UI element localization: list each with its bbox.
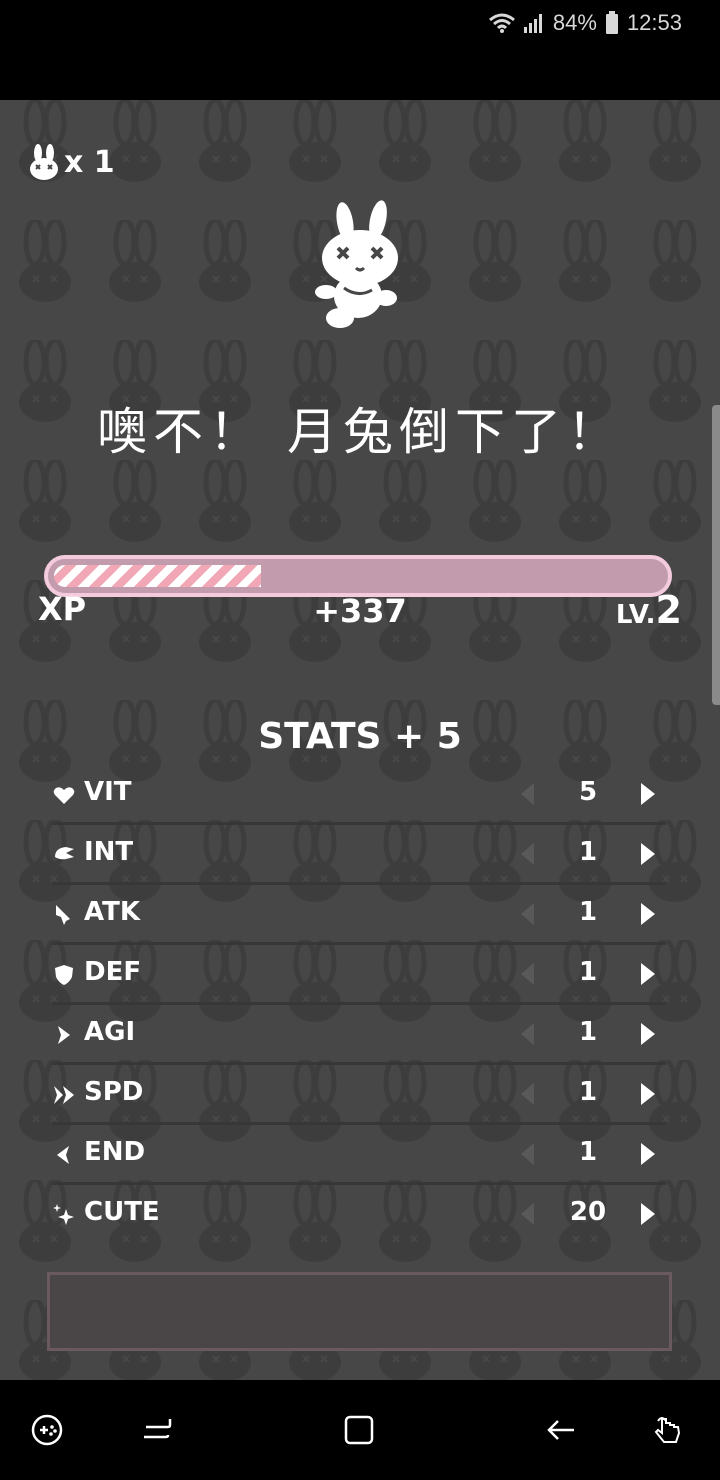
level-number: 2 [655, 588, 682, 632]
increase-def-button[interactable] [638, 961, 658, 987]
stats-header: STATS + 5 [258, 716, 462, 757]
stat-name: END [84, 1137, 146, 1167]
edge-panel-handle[interactable] [712, 405, 720, 705]
defeated-bunny-icon [315, 200, 398, 328]
stat-value: 1 [578, 1137, 598, 1167]
stat-value: 1 [578, 837, 598, 867]
recents-icon[interactable] [140, 1413, 174, 1447]
increase-end-button[interactable] [638, 1141, 658, 1167]
stat-value: 20 [569, 1197, 607, 1227]
game-over-screen: x 1 噢不！ 月兔倒下了！ XP +337 LV.2 STATS + 5 VI… [0, 100, 720, 1380]
back-icon[interactable] [544, 1413, 578, 1447]
xp-progress-bar [44, 555, 672, 597]
battery-percent: 84% [552, 10, 597, 35]
increase-spd-button[interactable] [638, 1081, 658, 1107]
assistive-touch-icon[interactable] [652, 1413, 686, 1447]
stat-name: AGI [84, 1017, 136, 1047]
decrease-atk-button[interactable] [518, 901, 536, 927]
stat-value: 1 [578, 957, 598, 987]
level-indicator: LV.2 [616, 588, 682, 632]
decrease-end-button[interactable] [518, 1141, 536, 1167]
wifi-icon [488, 13, 515, 33]
bunny-life-icon [30, 144, 58, 180]
stat-name: ATK [84, 897, 140, 927]
double-chevron-icon [54, 1086, 74, 1104]
stat-row-int: INT 1 [52, 825, 666, 885]
back-chevron-icon [57, 1146, 69, 1164]
stat-value: 1 [578, 1077, 598, 1107]
game-tools-icon[interactable] [30, 1413, 64, 1447]
clock: 12:53 [626, 10, 682, 35]
confirm-button[interactable] [47, 1272, 672, 1351]
stat-value: 1 [578, 1017, 598, 1047]
stat-value: 1 [578, 897, 598, 927]
decrease-agi-button[interactable] [518, 1021, 536, 1047]
sword-icon [56, 905, 70, 925]
decrease-vit-button[interactable] [518, 781, 536, 807]
chevron-icon [58, 1026, 70, 1044]
increase-atk-button[interactable] [638, 901, 658, 927]
stat-name: CUTE [84, 1197, 160, 1227]
stat-row-vit: VIT 5 [52, 765, 666, 825]
stat-row-end: END 1 [52, 1125, 666, 1185]
lives-counter: x 1 [28, 144, 115, 180]
increase-vit-button[interactable] [638, 781, 658, 807]
stat-name: SPD [84, 1077, 144, 1107]
stat-value: 5 [578, 777, 598, 807]
stat-name: INT [84, 837, 134, 867]
stat-name: VIT [84, 777, 132, 807]
decrease-def-button[interactable] [518, 961, 536, 987]
stat-row-agi: AGI 1 [52, 1005, 666, 1065]
stat-name: DEF [84, 957, 142, 987]
status-icons: 84% 12:53 [488, 8, 682, 38]
xp-progress-fill [54, 565, 261, 587]
stat-row-spd: SPD 1 [52, 1065, 666, 1125]
stat-row-def: DEF 1 [52, 945, 666, 1005]
heart-icon [53, 787, 75, 804]
increase-cute-button[interactable] [638, 1201, 658, 1227]
lives-count: x 1 [64, 144, 115, 180]
level-prefix: LV. [615, 600, 656, 630]
xp-gain: +337 [313, 592, 407, 630]
stat-row-cute: CUTE 20 [52, 1185, 666, 1245]
sparkle-icon [53, 1204, 74, 1225]
stat-row-atk: ATK 1 [52, 885, 666, 945]
cell-signal-icon [523, 14, 542, 33]
decrease-spd-button[interactable] [518, 1081, 536, 1107]
increase-agi-button[interactable] [638, 1021, 658, 1047]
brain-icon [55, 847, 74, 860]
status-bar: 84% 12:53 [0, 0, 720, 100]
decrease-cute-button[interactable] [518, 1201, 536, 1227]
decrease-int-button[interactable] [518, 841, 536, 867]
navigation-bar [0, 1380, 720, 1480]
battery-icon [605, 11, 618, 34]
game-over-title: 噢不！ 月兔倒下了！ [97, 403, 623, 461]
home-icon[interactable] [342, 1413, 376, 1447]
shield-icon [55, 965, 73, 985]
increase-int-button[interactable] [638, 841, 658, 867]
